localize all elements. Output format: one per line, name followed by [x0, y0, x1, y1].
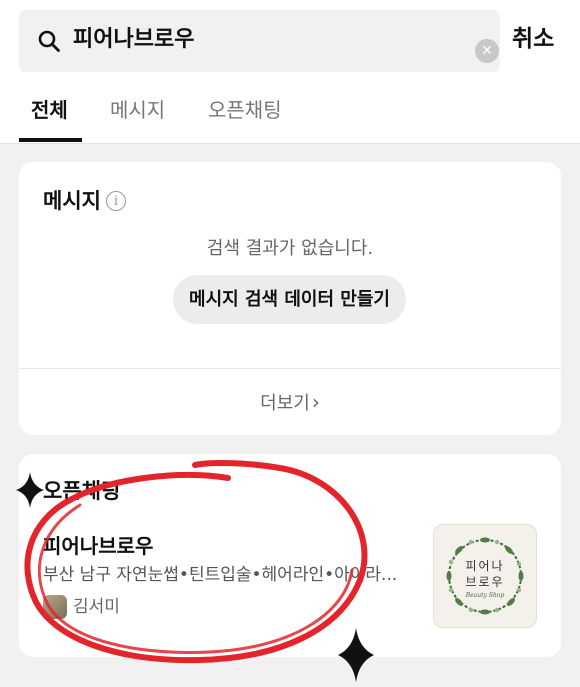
tab-all[interactable]: 전체 — [31, 96, 68, 124]
chevron-right-icon: › — [311, 390, 320, 414]
more-label: 더보기 — [260, 393, 310, 414]
cancel-button[interactable]: 취소 — [512, 23, 554, 55]
room-name: 피어나브로우 — [43, 534, 154, 558]
avatar — [43, 595, 67, 619]
more-link[interactable]: 더보기 › — [19, 389, 561, 417]
section-title: 메시지 — [43, 189, 101, 213]
tab-messages[interactable]: 메시지 — [110, 96, 165, 124]
make-search-data-button[interactable]: 메시지 검색 데이터 만들기 — [173, 275, 406, 324]
open-chat-results-card: 오픈채팅 피어나브로우 부산 남구 자연눈썹•틴트입술•헤어라인•아이라... … — [19, 454, 561, 657]
info-icon[interactable]: i — [106, 191, 126, 211]
search-input[interactable] — [73, 25, 443, 55]
clear-icon[interactable]: ✕ — [475, 39, 499, 63]
logo-subtitle: Beauty Shop — [465, 592, 505, 599]
message-results-card: 메시지 i 검색 결과가 없습니다. 메시지 검색 데이터 만들기 더보기 › — [19, 162, 561, 435]
host-name: 김서미 — [73, 597, 120, 617]
divider — [19, 368, 561, 369]
divider — [0, 143, 580, 144]
tab-open-chat[interactable]: 오픈채팅 — [208, 96, 282, 124]
empty-results-text: 검색 결과가 없습니다. — [206, 238, 374, 259]
active-tab-indicator — [19, 138, 82, 142]
search-bar[interactable]: ✕ — [19, 10, 500, 72]
room-description: 부산 남구 자연눈썹•틴트입술•헤어라인•아이라... — [43, 565, 398, 585]
tab-bar: 전체 메시지 오픈채팅 — [0, 92, 580, 144]
search-icon — [38, 30, 60, 52]
logo-text-line1: 피어나 — [465, 559, 505, 573]
room-thumbnail: 피어나 브로우 Beauty Shop — [433, 524, 537, 628]
logo-text-line2: 브로우 — [465, 575, 505, 589]
section-title: 오픈채팅 — [43, 479, 121, 503]
top-bar: ✕ 취소 전체 메시지 오픈채팅 — [0, 0, 580, 144]
